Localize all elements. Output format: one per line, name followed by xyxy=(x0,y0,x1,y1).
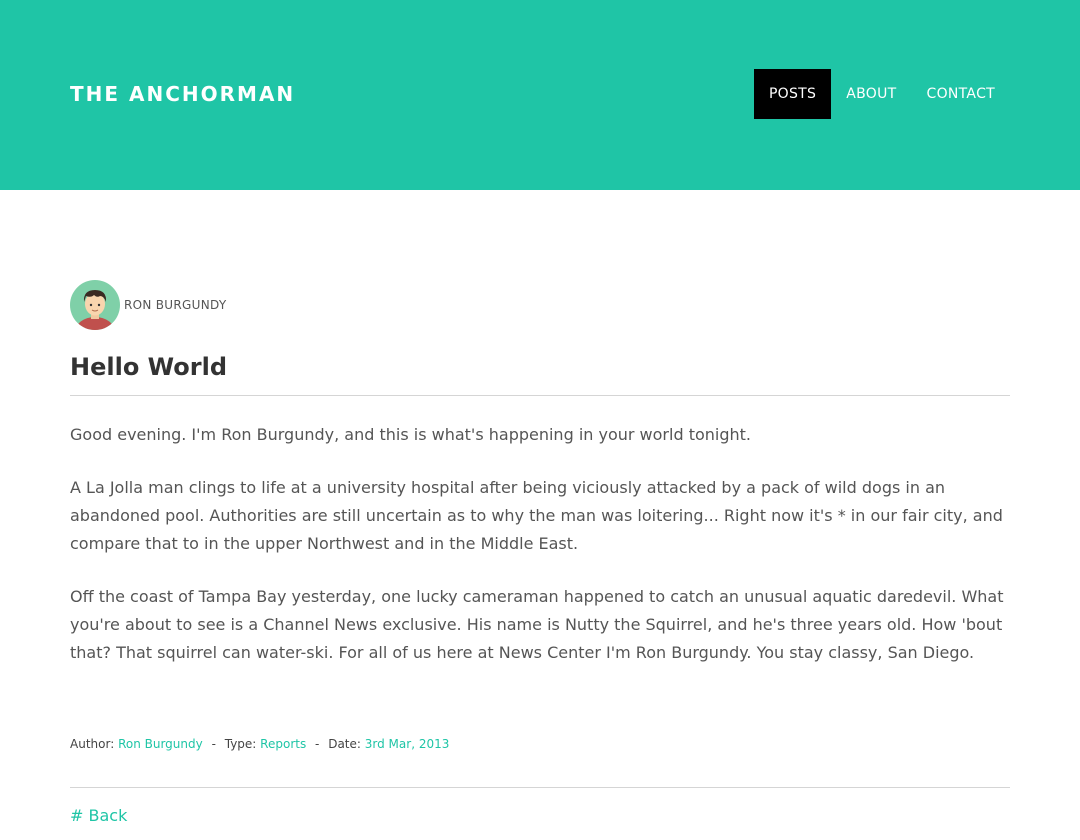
main-nav: POSTS ABOUT CONTACT xyxy=(753,69,1011,119)
post-meta: Author: Ron Burgundy - Type: Reports - D… xyxy=(70,737,449,751)
meta-separator: - xyxy=(211,737,216,751)
meta-type-label: Type: xyxy=(224,737,257,751)
back-link[interactable]: # Back xyxy=(70,806,127,826)
meta-separator: - xyxy=(315,737,320,751)
post-title: Hello World xyxy=(70,353,228,381)
post-body: Good evening. I'm Ron Burgundy, and this… xyxy=(70,421,1010,692)
meta-date-link[interactable]: 3rd Mar, 2013 xyxy=(365,737,450,751)
post-paragraph: Off the coast of Tampa Bay yesterday, on… xyxy=(70,587,1004,662)
bottom-divider xyxy=(70,787,1010,788)
user-avatar-icon xyxy=(70,280,120,330)
site-header: THE ANCHORMAN POSTS ABOUT CONTACT xyxy=(0,0,1080,190)
meta-author-link[interactable]: Ron Burgundy xyxy=(118,737,203,751)
post-paragraph: Good evening. I'm Ron Burgundy, and this… xyxy=(70,425,751,444)
author-name: RON BURGUNDY xyxy=(124,298,227,312)
nav-item-posts[interactable]: POSTS xyxy=(753,69,832,119)
post-paragraph: A La Jolla man clings to life at a unive… xyxy=(70,478,1003,553)
post-content: RON BURGUNDY Hello World Good evening. I… xyxy=(70,280,1010,825)
title-divider xyxy=(70,395,1010,396)
meta-date-label: Date: xyxy=(328,737,361,751)
author-line: RON BURGUNDY xyxy=(70,280,1010,330)
meta-author-label: Author: xyxy=(70,737,115,751)
nav-item-about[interactable]: ABOUT xyxy=(831,69,911,119)
meta-type-link[interactable]: Reports xyxy=(260,737,306,751)
nav-item-contact[interactable]: CONTACT xyxy=(912,69,1011,119)
site-title-link[interactable]: THE ANCHORMAN xyxy=(70,81,295,107)
